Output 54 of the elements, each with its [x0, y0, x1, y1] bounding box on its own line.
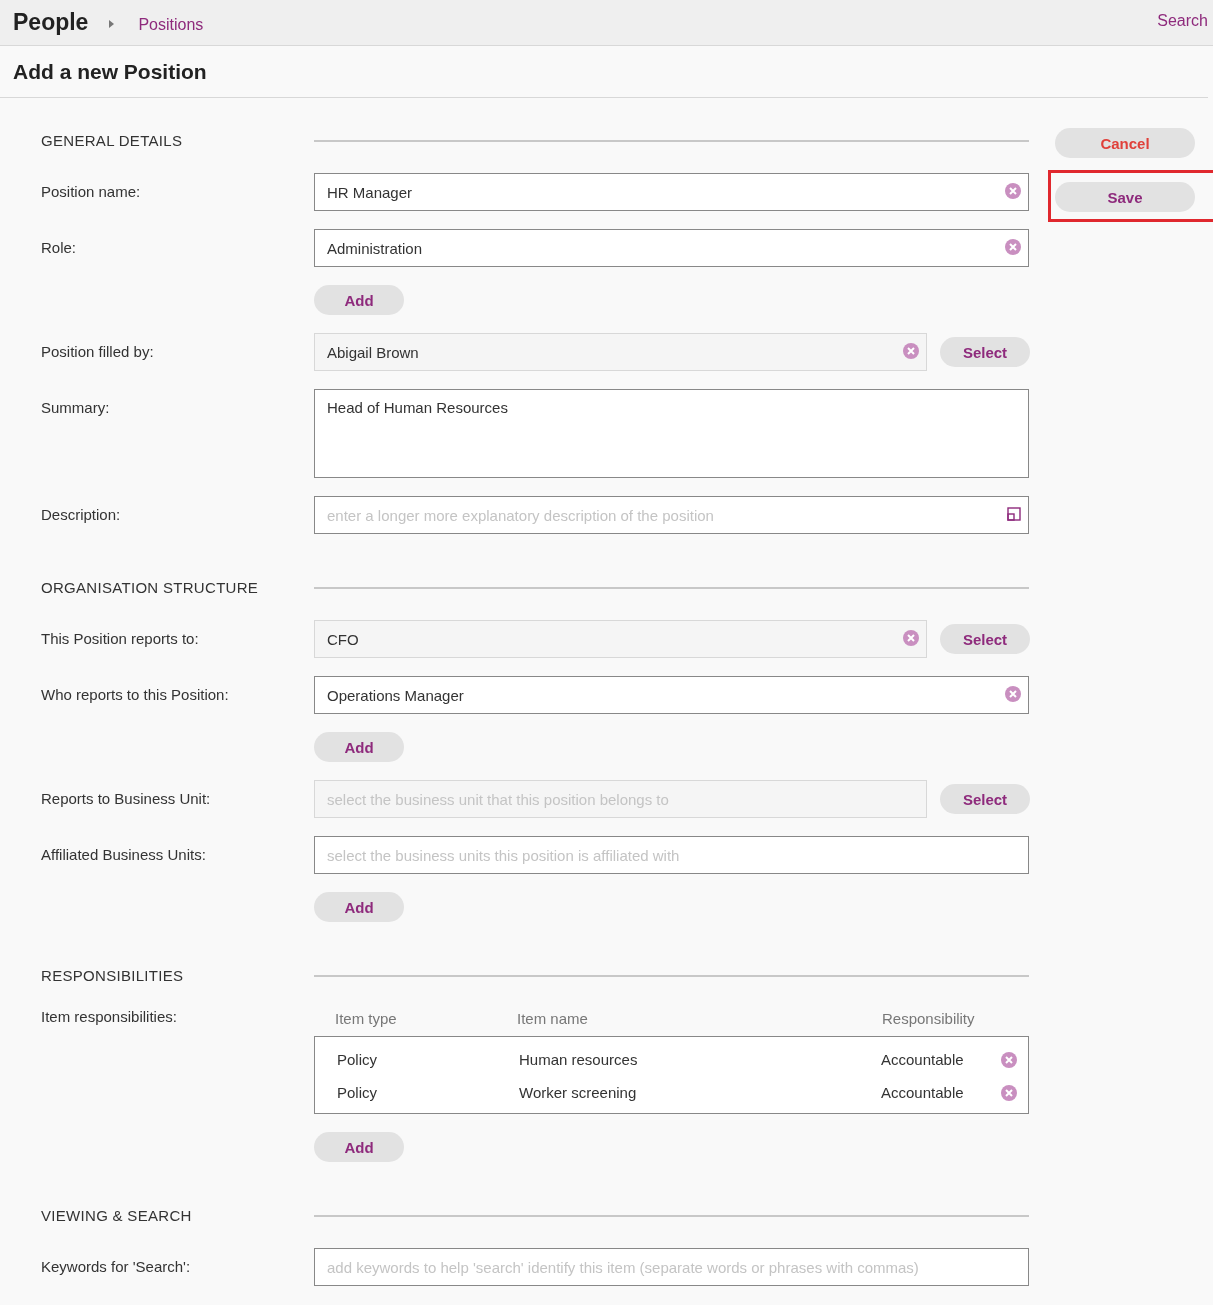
clear-icon[interactable]: [1001, 1051, 1017, 1068]
column-header: Responsibility: [882, 1009, 976, 1027]
select-button[interactable]: Select: [940, 624, 1030, 654]
section-heading: VIEWING & SEARCH: [41, 1206, 193, 1224]
search-link[interactable]: Search: [1157, 11, 1208, 30]
table-cell-text: Policy: [337, 1051, 378, 1068]
table-cell-text: Worker screening: [519, 1084, 638, 1101]
input-field[interactable]: Operations Manager: [314, 676, 1029, 714]
table-cell-text: Accountable: [881, 1051, 965, 1068]
text-area[interactable]: Head of Human Resources: [314, 389, 1029, 478]
input-field[interactable]: enter a longer more explanatory description of the position: [314, 496, 1029, 534]
input-field[interactable]: Administration: [314, 229, 1029, 267]
field-label: Item responsibilities:: [41, 1008, 178, 1025]
field-label: Keywords for 'Search':: [41, 1257, 192, 1275]
cancel-button[interactable]: Cancel: [1055, 128, 1195, 158]
page-title: Add a new Position: [13, 59, 207, 84]
add-button[interactable]: Add: [314, 892, 404, 922]
select-button[interactable]: Select: [940, 337, 1030, 367]
input-field[interactable]: Abigail Brown: [314, 333, 927, 371]
table-cell-text: Human resources: [519, 1051, 639, 1068]
add-button[interactable]: Add: [314, 1132, 404, 1162]
section-heading: GENERAL DETAILS: [41, 131, 184, 149]
field-label: Reports to Business Unit:: [41, 789, 212, 807]
field-label: Affiliated Business Units:: [41, 845, 207, 863]
field-label: Description:: [41, 505, 122, 523]
clear-icon[interactable]: [1005, 239, 1021, 255]
section-heading: RESPONSIBILITIES: [41, 966, 185, 984]
add-button[interactable]: Add: [314, 732, 404, 762]
input-field[interactable]: add keywords to help 'search' identify this item (separate words or phrases with commas): [314, 1248, 1029, 1286]
clear-icon[interactable]: [1001, 1084, 1017, 1101]
column-header: Item type: [335, 1009, 398, 1027]
expand-icon[interactable]: [1007, 507, 1021, 521]
clear-icon[interactable]: [903, 630, 919, 646]
breadcrumb-link[interactable]: Positions: [138, 15, 204, 34]
clear-icon[interactable]: [903, 343, 919, 359]
add-button[interactable]: Add: [314, 285, 404, 315]
save-button[interactable]: Save: [1055, 182, 1195, 212]
field-label: Role:: [41, 238, 78, 256]
input-field[interactable]: select the business units this position is affiliated with: [314, 836, 1029, 874]
table-cell-text: Policy: [337, 1084, 378, 1101]
field-label: This Position reports to:: [41, 629, 200, 647]
field-label: Summary:: [41, 398, 111, 416]
breadcrumb-title: People: [13, 9, 89, 36]
clear-icon[interactable]: [1005, 183, 1021, 199]
input-field[interactable]: CFO: [314, 620, 927, 658]
column-header: Item name: [517, 1009, 589, 1027]
clear-icon[interactable]: [1005, 686, 1021, 702]
section-heading: ORGANISATION STRUCTURE: [41, 578, 260, 596]
field-label: Who reports to this Position:: [41, 685, 230, 703]
field-label: Position name:: [41, 182, 142, 200]
field-label: Position filled by:: [41, 342, 155, 360]
table-cell-text: Accountable: [881, 1084, 965, 1101]
input-field[interactable]: HR Manager: [314, 173, 1029, 211]
select-button[interactable]: Select: [940, 784, 1030, 814]
